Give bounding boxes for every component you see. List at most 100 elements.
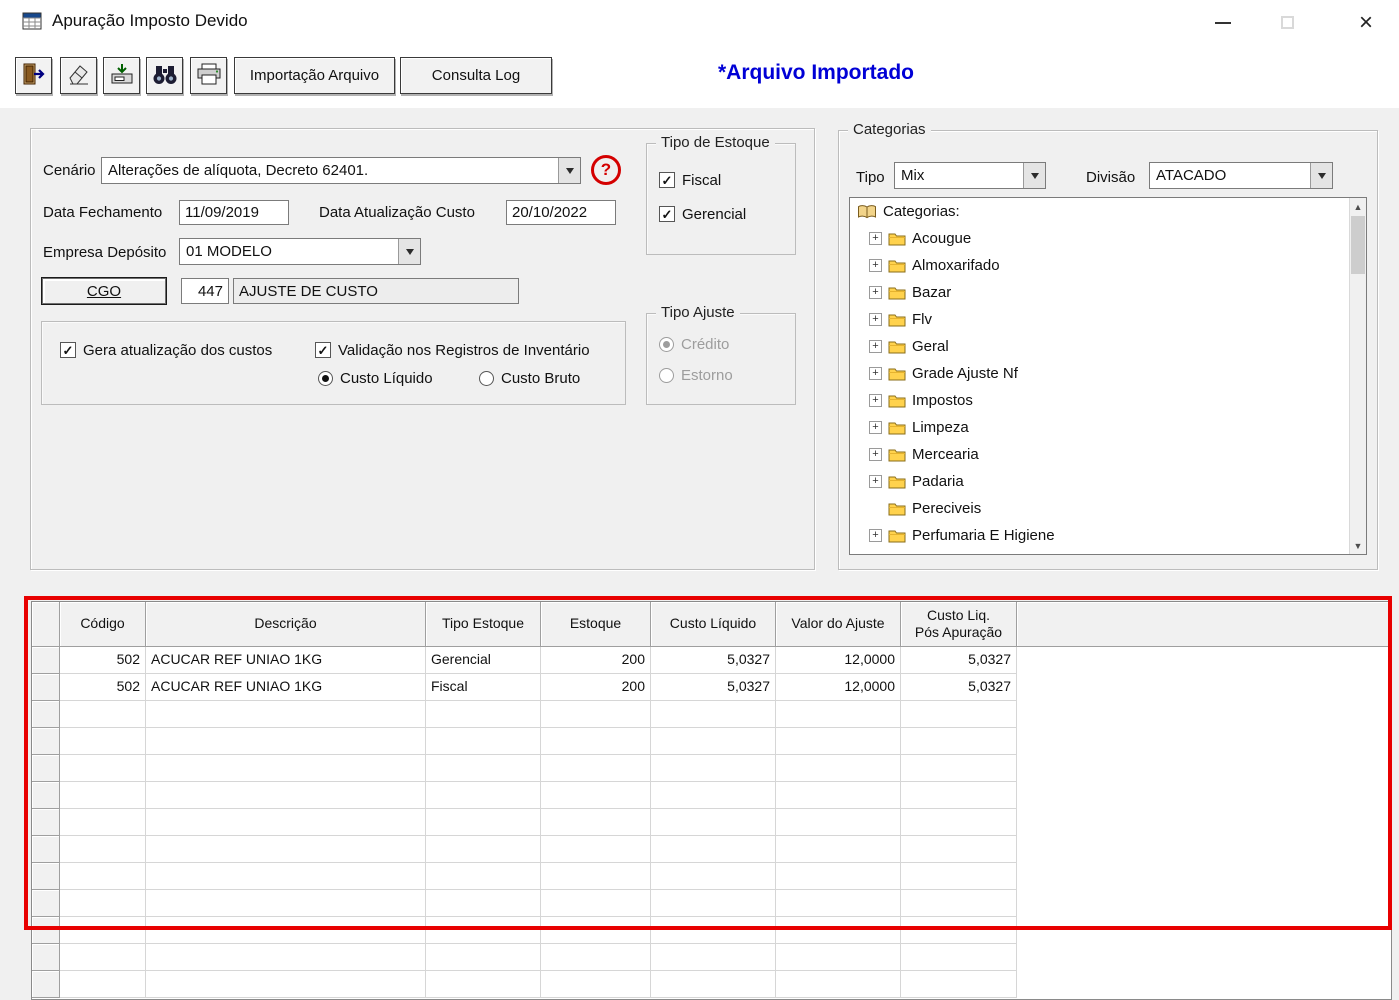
grid-cell[interactable]: 502 [60, 647, 146, 674]
chevron-down-icon[interactable] [1023, 163, 1045, 188]
grid-cell[interactable] [146, 863, 426, 890]
grid-cell[interactable] [426, 755, 541, 782]
grid-cell[interactable] [541, 836, 651, 863]
search-button[interactable] [146, 57, 183, 94]
grid-cell[interactable] [426, 890, 541, 917]
grid-cell[interactable] [651, 890, 776, 917]
grid-row[interactable] [32, 836, 1391, 863]
tree-item[interactable]: + Mercearia [850, 441, 1349, 468]
chevron-down-icon[interactable] [398, 239, 420, 264]
cenario-combobox[interactable]: Alterações de alíquota, Decreto 62401. [101, 157, 581, 184]
grid-cell[interactable] [776, 890, 901, 917]
scrollbar-thumb[interactable] [1351, 216, 1365, 274]
grid-cell[interactable] [60, 863, 146, 890]
grid-cell[interactable] [651, 728, 776, 755]
tree-item[interactable]: + Perfumaria E Higiene [850, 522, 1349, 549]
grid-cell[interactable] [426, 782, 541, 809]
categories-tree[interactable]: Categorias: + Acougue + Almoxarifado + Bazar +… [849, 197, 1367, 555]
tree-item[interactable]: + Padaria [850, 468, 1349, 495]
data-fechamento-field[interactable] [179, 200, 289, 225]
maximize-button[interactable] [1262, 0, 1312, 45]
grid-header-col[interactable]: Estoque [541, 602, 651, 647]
grid-cell[interactable] [541, 890, 651, 917]
grid-row[interactable] [32, 944, 1391, 971]
grid-row[interactable] [32, 890, 1391, 917]
grid-cell[interactable] [651, 863, 776, 890]
grid-cell[interactable]: Fiscal [426, 674, 541, 701]
grid-cell[interactable] [901, 917, 1017, 944]
tree-root[interactable]: Categorias: [850, 198, 1349, 225]
grid-cell[interactable] [426, 809, 541, 836]
tipo-combobox[interactable]: Mix [894, 162, 1046, 189]
grid-cell[interactable] [776, 836, 901, 863]
grid-cell[interactable] [901, 755, 1017, 782]
grid-cell[interactable] [901, 809, 1017, 836]
grid-cell[interactable] [146, 728, 426, 755]
grid-cell[interactable] [901, 944, 1017, 971]
checkbox-gera-atualizacao[interactable]: ✓ Gera atualização dos custos [60, 340, 272, 360]
grid-cell[interactable] [901, 728, 1017, 755]
grid-cell[interactable]: 5,0327 [901, 674, 1017, 701]
grid-cell[interactable] [651, 755, 776, 782]
tree-item[interactable]: + Almoxarifado [850, 252, 1349, 279]
tree-expand-icon[interactable]: + [869, 313, 882, 326]
grid-cell[interactable] [776, 782, 901, 809]
grid-cell[interactable] [541, 755, 651, 782]
radio-custo-bruto[interactable]: Custo Bruto [479, 368, 580, 388]
grid-cell[interactable] [146, 890, 426, 917]
consulta-log-button[interactable]: Consulta Log [400, 57, 552, 94]
grid-row[interactable] [32, 809, 1391, 836]
grid-cell[interactable]: 12,0000 [776, 674, 901, 701]
tree-item[interactable]: + Geral [850, 333, 1349, 360]
help-button[interactable]: ? [591, 155, 621, 185]
tree-scrollbar[interactable]: ▲ ▼ [1349, 198, 1366, 554]
grid-cell[interactable] [776, 809, 901, 836]
grid-cell[interactable] [776, 917, 901, 944]
grid-cell[interactable]: 200 [541, 674, 651, 701]
grid-header-col[interactable]: Custo Líquido [651, 602, 776, 647]
grid-row[interactable] [32, 971, 1391, 998]
grid-cell[interactable] [901, 782, 1017, 809]
tree-expand-icon[interactable]: + [869, 421, 882, 434]
cgo-button[interactable]: CGO [41, 277, 167, 305]
grid-row[interactable] [32, 701, 1391, 728]
radio-custo-liquido[interactable]: Custo Líquido [318, 368, 433, 388]
grid-cell[interactable] [651, 809, 776, 836]
grid-cell[interactable] [146, 836, 426, 863]
grid-cell[interactable] [146, 701, 426, 728]
divisao-combobox[interactable]: ATACADO [1149, 162, 1333, 189]
grid-cell[interactable] [651, 917, 776, 944]
scroll-down-icon[interactable]: ▼ [1350, 537, 1366, 554]
grid-cell[interactable]: Gerencial [426, 647, 541, 674]
tree-expand-icon[interactable]: + [869, 475, 882, 488]
minimize-button[interactable] [1198, 0, 1248, 45]
cgo-code-field[interactable] [181, 278, 229, 304]
close-button[interactable]: × [1336, 0, 1396, 45]
grid-header-col[interactable]: Tipo Estoque [426, 602, 541, 647]
grid-cell[interactable]: 5,0327 [651, 647, 776, 674]
exit-button[interactable] [15, 57, 52, 94]
import-button[interactable] [103, 57, 140, 94]
grid-cell[interactable] [541, 971, 651, 998]
grid-cell[interactable] [651, 701, 776, 728]
tree-expand-icon[interactable]: + [869, 394, 882, 407]
grid-cell[interactable]: 502 [60, 674, 146, 701]
data-atualizacao-field[interactable] [506, 200, 616, 225]
tree-expand-icon[interactable]: + [869, 367, 882, 380]
grid-cell[interactable] [541, 701, 651, 728]
chevron-down-icon[interactable] [558, 158, 580, 183]
tree-expand-icon[interactable]: + [869, 232, 882, 245]
grid-cell[interactable] [426, 944, 541, 971]
grid-cell[interactable] [901, 971, 1017, 998]
tree-item[interactable]: Pereciveis [850, 495, 1349, 522]
grid-cell[interactable]: ACUCAR REF UNIAO 1KG [146, 647, 426, 674]
grid-row[interactable]: 502 ACUCAR REF UNIAO 1KG Fiscal 200 5,0327 12… [32, 674, 1391, 701]
grid-cell[interactable] [776, 701, 901, 728]
tree-item[interactable]: + Grade Ajuste Nf [850, 360, 1349, 387]
grid-cell[interactable]: 5,0327 [651, 674, 776, 701]
grid-cell[interactable] [776, 863, 901, 890]
grid-cell[interactable] [776, 755, 901, 782]
grid-cell[interactable] [146, 809, 426, 836]
grid-cell[interactable] [426, 836, 541, 863]
checkbox-fiscal[interactable]: ✓ Fiscal [659, 170, 721, 190]
